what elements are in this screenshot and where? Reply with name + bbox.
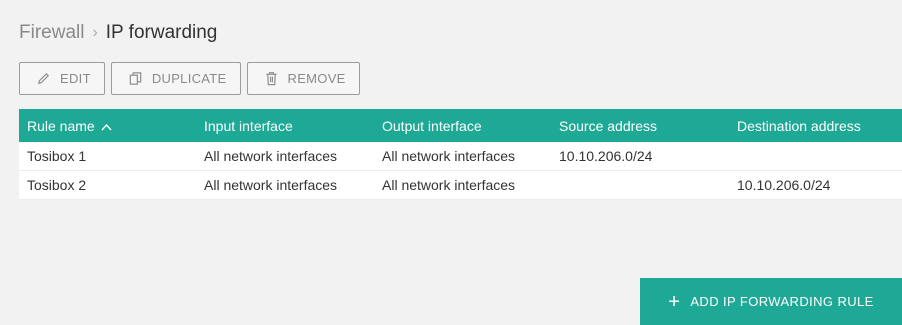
cropped-top-text: [0, 0, 902, 8]
column-header-input-interface[interactable]: Input interface: [196, 118, 374, 134]
trash-icon: [264, 71, 279, 86]
sort-ascending-icon: [101, 123, 112, 131]
column-header-rule-name[interactable]: Rule name: [19, 118, 196, 134]
table-header: Rule name Input interface Output interfa…: [19, 109, 902, 142]
table-row[interactable]: Tosibox 2 All network interfaces All net…: [19, 171, 902, 200]
toolbar: EDIT DUPLICATE REMOVE: [19, 62, 360, 95]
breadcrumb-separator: ›: [92, 24, 98, 41]
column-header-destination-address[interactable]: Destination address: [729, 118, 902, 134]
column-header-source-address[interactable]: Source address: [551, 118, 729, 134]
table-row[interactable]: Tosibox 1 All network interfaces All net…: [19, 142, 902, 171]
copy-icon: [128, 71, 143, 86]
cell-rule-name: Tosibox 1: [27, 148, 87, 164]
page-title: IP forwarding: [105, 22, 218, 43]
column-header-output-interface[interactable]: Output interface: [374, 118, 551, 134]
cell-rule-name: Tosibox 2: [27, 177, 87, 193]
remove-button-label: REMOVE: [287, 71, 346, 86]
remove-button[interactable]: REMOVE: [246, 62, 360, 95]
add-button-label: ADD IP FORWARDING RULE: [690, 294, 874, 309]
cell-input-interface: All network interfaces: [204, 177, 338, 193]
forwarding-rules-table: Rule name Input interface Output interfa…: [19, 109, 902, 200]
cell-destination-address: 10.10.206.0/24: [737, 177, 831, 193]
column-header-label: Rule name: [27, 117, 95, 134]
pencil-icon: [36, 71, 51, 86]
duplicate-button-label: DUPLICATE: [151, 71, 227, 86]
edit-button[interactable]: EDIT: [19, 62, 105, 95]
cell-output-interface: All network interfaces: [382, 148, 516, 164]
breadcrumb: Firewall › IP forwarding: [19, 22, 217, 44]
cell-output-interface: All network interfaces: [382, 177, 516, 193]
plus-icon: +: [668, 290, 681, 313]
add-ip-forwarding-rule-button[interactable]: + ADD IP FORWARDING RULE: [640, 278, 902, 325]
cell-source-address: 10.10.206.0/24: [559, 148, 653, 164]
cell-input-interface: All network interfaces: [204, 148, 338, 164]
duplicate-button[interactable]: DUPLICATE: [110, 62, 241, 95]
breadcrumb-firewall[interactable]: Firewall: [19, 22, 84, 44]
edit-button-label: EDIT: [60, 71, 91, 86]
